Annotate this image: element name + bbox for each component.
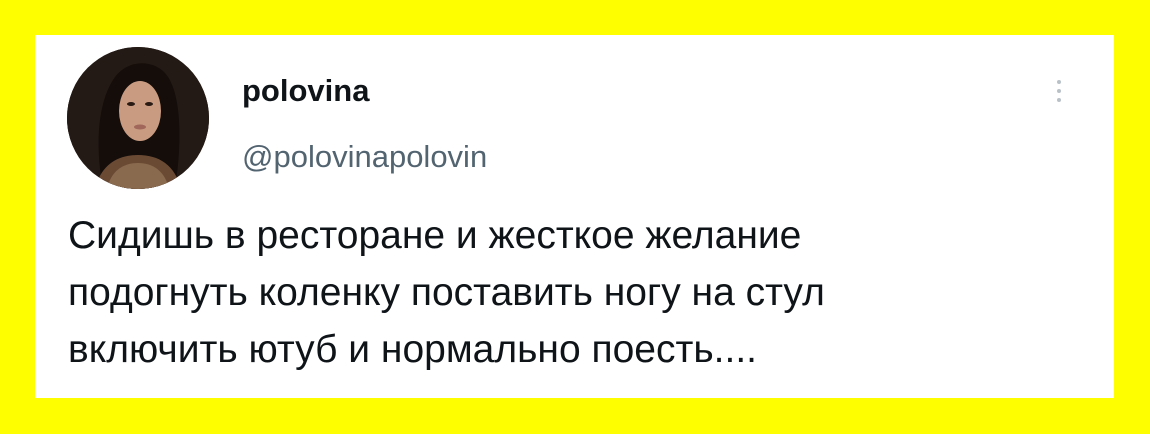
display-name[interactable]: polovina [242,71,369,111]
avatar[interactable] [67,47,209,189]
more-vertical-icon-dot [1057,80,1061,84]
more-vertical-icon-dot [1057,89,1061,93]
user-handle[interactable]: @polovinapolovin [242,137,487,177]
tweet-text-line: подогнуть коленку поставить ногу на стул [68,271,825,314]
tweet-card: polovina @polovinapolovin Сидишь в ресто… [35,35,1114,398]
tweet-text: Сидишь в ресторане и жесткое желание под… [68,207,1098,378]
profile-photo-icon [67,47,209,189]
tweet-text-line: включить ютуб и нормально поесть.... [68,328,757,371]
tweet-text-line: Сидишь в ресторане и жесткое желание [68,214,802,257]
more-options-button[interactable] [1045,73,1073,109]
more-vertical-icon-dot [1057,98,1061,102]
